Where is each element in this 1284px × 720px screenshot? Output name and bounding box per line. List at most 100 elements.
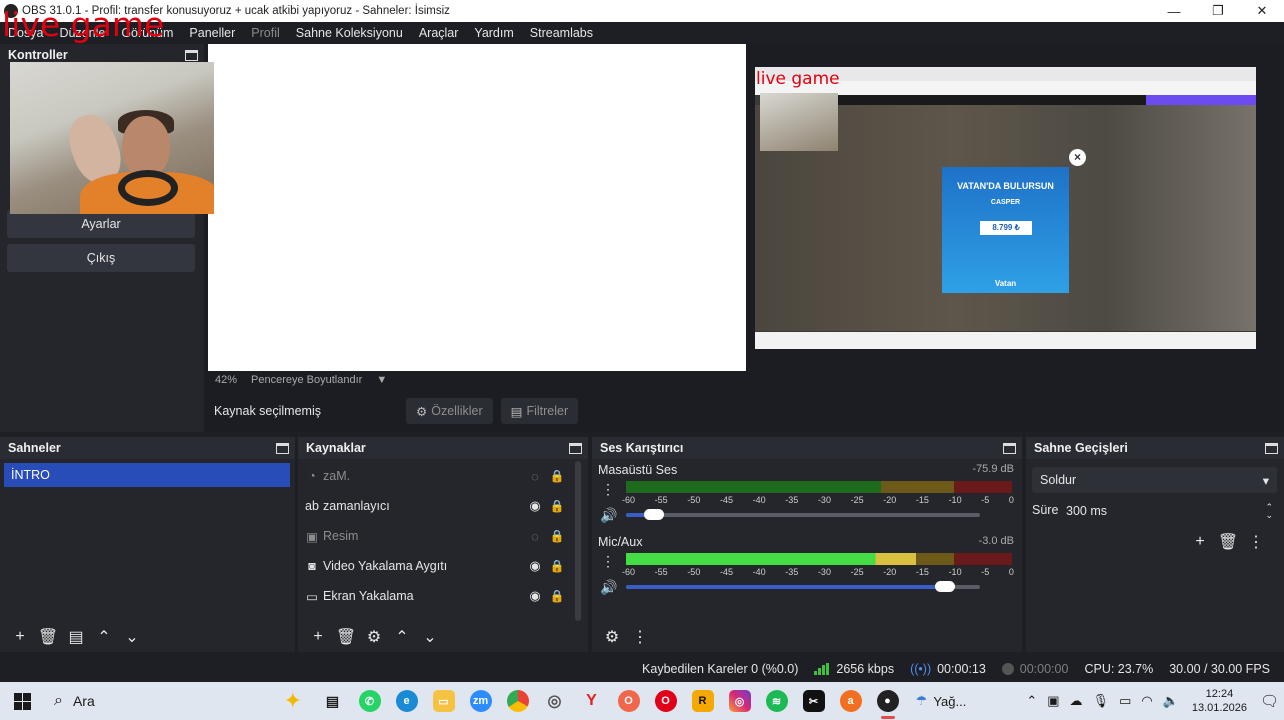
- lock-icon[interactable]: 🔒: [546, 529, 568, 543]
- eye-icon[interactable]: ◉: [524, 588, 546, 604]
- whatsapp-icon[interactable]: ✆: [351, 682, 388, 720]
- app-icon[interactable]: ◎: [536, 682, 573, 720]
- rockstar-icon[interactable]: R: [684, 682, 721, 720]
- exit-button[interactable]: Çıkış: [7, 244, 195, 272]
- file-explorer-icon[interactable]: ▭: [425, 682, 462, 720]
- eye-hidden-icon[interactable]: ◌: [524, 469, 546, 484]
- task-view-icon[interactable]: ▤: [314, 682, 351, 720]
- duration-label: Süre: [1032, 503, 1059, 517]
- advanced-audio-icon[interactable]: ⚙: [598, 624, 626, 650]
- minimize-button[interactable]: —: [1152, 0, 1196, 22]
- scene-filters-icon[interactable]: ▤: [62, 624, 90, 650]
- weather-widget[interactable]: ☂ Yağ...: [906, 682, 976, 720]
- menu-streamlabs[interactable]: Streamlabs: [522, 26, 601, 40]
- menu-help[interactable]: Yardım: [466, 26, 521, 40]
- chevron-down-icon[interactable]: ▼: [376, 374, 387, 386]
- source-item[interactable]: ◔ zaM. ◌ 🔒: [304, 461, 568, 491]
- volume-meter: [626, 553, 1012, 565]
- source-properties-icon[interactable]: ⚙: [360, 624, 388, 650]
- volume-icon[interactable]: 🔈: [1163, 693, 1179, 709]
- transition-select[interactable]: Soldur ▾: [1032, 467, 1277, 493]
- filters-button[interactable]: ▤ Filtreler: [500, 398, 579, 424]
- battery-icon[interactable]: ▭: [1119, 693, 1131, 709]
- float-dock-icon[interactable]: [276, 442, 289, 454]
- chevron-up-icon[interactable]: ⌃: [1026, 693, 1037, 709]
- float-dock-icon[interactable]: [1265, 442, 1278, 454]
- float-dock-icon[interactable]: [185, 49, 198, 61]
- capcut-icon[interactable]: ✂: [795, 682, 832, 720]
- eye-icon[interactable]: ◉: [524, 498, 546, 514]
- scene-item-intro[interactable]: İNTRO: [4, 463, 290, 487]
- spin-arrows-icon[interactable]: ⌃ ⌄: [1265, 503, 1273, 520]
- settings-button[interactable]: Ayarlar: [7, 210, 195, 238]
- speaker-icon[interactable]: 🔊: [600, 579, 617, 596]
- opera-icon[interactable]: O: [647, 682, 684, 720]
- source-item[interactable]: ab zamanlayıcı ◉ 🔒: [304, 491, 568, 521]
- yandex-icon[interactable]: Y: [573, 682, 610, 720]
- float-dock-icon[interactable]: [569, 442, 582, 454]
- add-transition-icon[interactable]: +: [1186, 529, 1214, 555]
- record-indicator: 00:00:00: [1001, 662, 1068, 676]
- mixer-dock-title: Ses Karıştırıcı: [592, 437, 1022, 459]
- microphone-icon[interactable]: 🎙: [1093, 693, 1110, 709]
- add-scene-icon[interactable]: +: [6, 624, 34, 650]
- maximize-button[interactable]: ❐: [1196, 0, 1240, 22]
- source-item[interactable]: ▣ Resim ◌ 🔒: [304, 521, 568, 551]
- resize-to-window[interactable]: Pencereye Boyutlandır: [251, 374, 362, 386]
- menu-profile[interactable]: Profil: [243, 26, 287, 40]
- speaker-icon[interactable]: 🔊: [600, 507, 617, 524]
- source-item[interactable]: ▭ Ekran Yakalama ◉ 🔒: [304, 581, 568, 611]
- lock-icon[interactable]: 🔒: [546, 559, 568, 573]
- taskbar-search[interactable]: ⌕ Ara ✦: [44, 682, 314, 720]
- obs-taskbar-icon[interactable]: ●: [869, 682, 906, 720]
- remove-transition-icon[interactable]: 🗑: [1214, 529, 1242, 555]
- close-button[interactable]: ✕: [1240, 0, 1284, 22]
- source-item[interactable]: ◙ Video Yakalama Aygıtı ◉ 🔒: [304, 551, 568, 581]
- chrome-icon[interactable]: [499, 682, 536, 720]
- webcam-headset: [118, 170, 178, 206]
- remove-scene-icon[interactable]: 🗑: [34, 624, 62, 650]
- menu-scene-collection[interactable]: Sahne Koleksiyonu: [288, 26, 411, 40]
- menu-tools[interactable]: Araçlar: [411, 26, 467, 40]
- sources-scrollbar[interactable]: [575, 461, 581, 621]
- eye-icon[interactable]: ◉: [524, 558, 546, 574]
- edge-icon[interactable]: e: [388, 682, 425, 720]
- properties-button[interactable]: ⚙ Özellikler: [406, 398, 493, 424]
- remove-source-icon[interactable]: 🗑: [332, 624, 360, 650]
- wifi-icon[interactable]: ◠: [1141, 693, 1152, 709]
- move-down-icon[interactable]: ⌄: [416, 624, 444, 650]
- kebab-menu-icon[interactable]: ⋮: [600, 553, 616, 570]
- preview-canvas[interactable]: [208, 44, 746, 371]
- move-up-icon[interactable]: ⌃: [388, 624, 416, 650]
- start-button[interactable]: [0, 682, 44, 720]
- float-dock-icon[interactable]: [1003, 442, 1016, 454]
- zoom-level[interactable]: 42%: [215, 374, 237, 386]
- duration-spinbox[interactable]: 300 ms ⌃ ⌄: [1062, 499, 1277, 523]
- avast-icon[interactable]: a: [832, 682, 869, 720]
- volume-slider[interactable]: [626, 581, 980, 592]
- zoom-icon[interactable]: zm: [462, 682, 499, 720]
- menu-docks[interactable]: Paneller: [181, 26, 243, 40]
- lock-icon[interactable]: 🔒: [546, 469, 568, 483]
- spotify-icon[interactable]: ≋: [758, 682, 795, 720]
- opera-gx-icon[interactable]: O: [610, 682, 647, 720]
- instagram-icon[interactable]: ◎: [721, 682, 758, 720]
- add-source-icon[interactable]: +: [304, 624, 332, 650]
- mixer-footer: ⚙ ⋮: [592, 622, 1022, 652]
- transition-menu-icon[interactable]: ⋮: [1242, 529, 1270, 555]
- volume-slider[interactable]: [626, 509, 980, 520]
- eye-hidden-icon[interactable]: ◌: [524, 529, 546, 544]
- lock-icon[interactable]: 🔒: [546, 589, 568, 603]
- move-down-icon[interactable]: ⌄: [118, 624, 146, 650]
- properties-label: Özellikler: [431, 404, 483, 418]
- monitor-icon: ▭: [306, 589, 318, 604]
- onedrive-icon[interactable]: ☁: [1070, 693, 1083, 709]
- lock-icon[interactable]: 🔒: [546, 499, 568, 513]
- notification-icon[interactable]: 🗨: [1260, 692, 1279, 710]
- mixer-menu-icon[interactable]: ⋮: [626, 624, 654, 650]
- taskbar-clock[interactable]: 12:24 13.01.2026: [1192, 687, 1247, 715]
- tray-app-icon[interactable]: ▣: [1047, 693, 1059, 709]
- move-up-icon[interactable]: ⌃: [90, 624, 118, 650]
- mixer-channel-desktop: Masaüstü Ses -75.9 dB ⋮ -60 -55 -50 -45 -40-…: [592, 463, 1020, 533]
- kebab-menu-icon[interactable]: ⋮: [600, 481, 616, 498]
